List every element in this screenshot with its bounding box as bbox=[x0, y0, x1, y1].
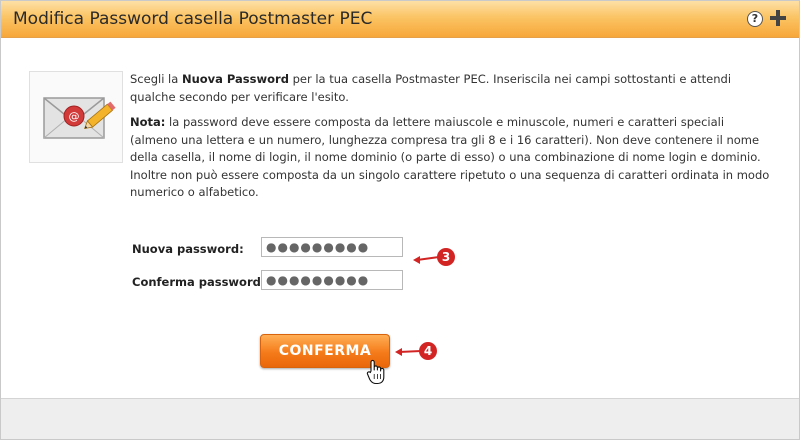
instructions-text: Scegli la Nuova Password per la tua case… bbox=[130, 71, 770, 202]
confirm-password-label: Conferma password: bbox=[132, 275, 266, 289]
intro-paragraph: Scegli la Nuova Password per la tua case… bbox=[130, 72, 732, 104]
password-panel: Modifica Password casella Postmaster PEC… bbox=[0, 0, 800, 440]
new-password-label: Nuova password: bbox=[132, 242, 244, 256]
panel-footer bbox=[1, 398, 799, 439]
help-icon[interactable]: ? bbox=[747, 11, 763, 27]
note-paragraph: Nota: la password deve essere composta d… bbox=[130, 115, 770, 199]
panel-header: Modifica Password casella Postmaster PEC… bbox=[1, 1, 799, 38]
envelope-email-icon: @ bbox=[29, 71, 123, 163]
plus-icon[interactable] bbox=[769, 9, 787, 27]
page-title: Modifica Password casella Postmaster PEC bbox=[13, 9, 373, 29]
confirm-password-input[interactable]: ●●●●●●●●● bbox=[261, 270, 403, 290]
new-password-input[interactable]: ●●●●●●●●● bbox=[261, 237, 403, 257]
hand-cursor-icon bbox=[365, 359, 387, 385]
svg-text:@: @ bbox=[69, 110, 80, 123]
